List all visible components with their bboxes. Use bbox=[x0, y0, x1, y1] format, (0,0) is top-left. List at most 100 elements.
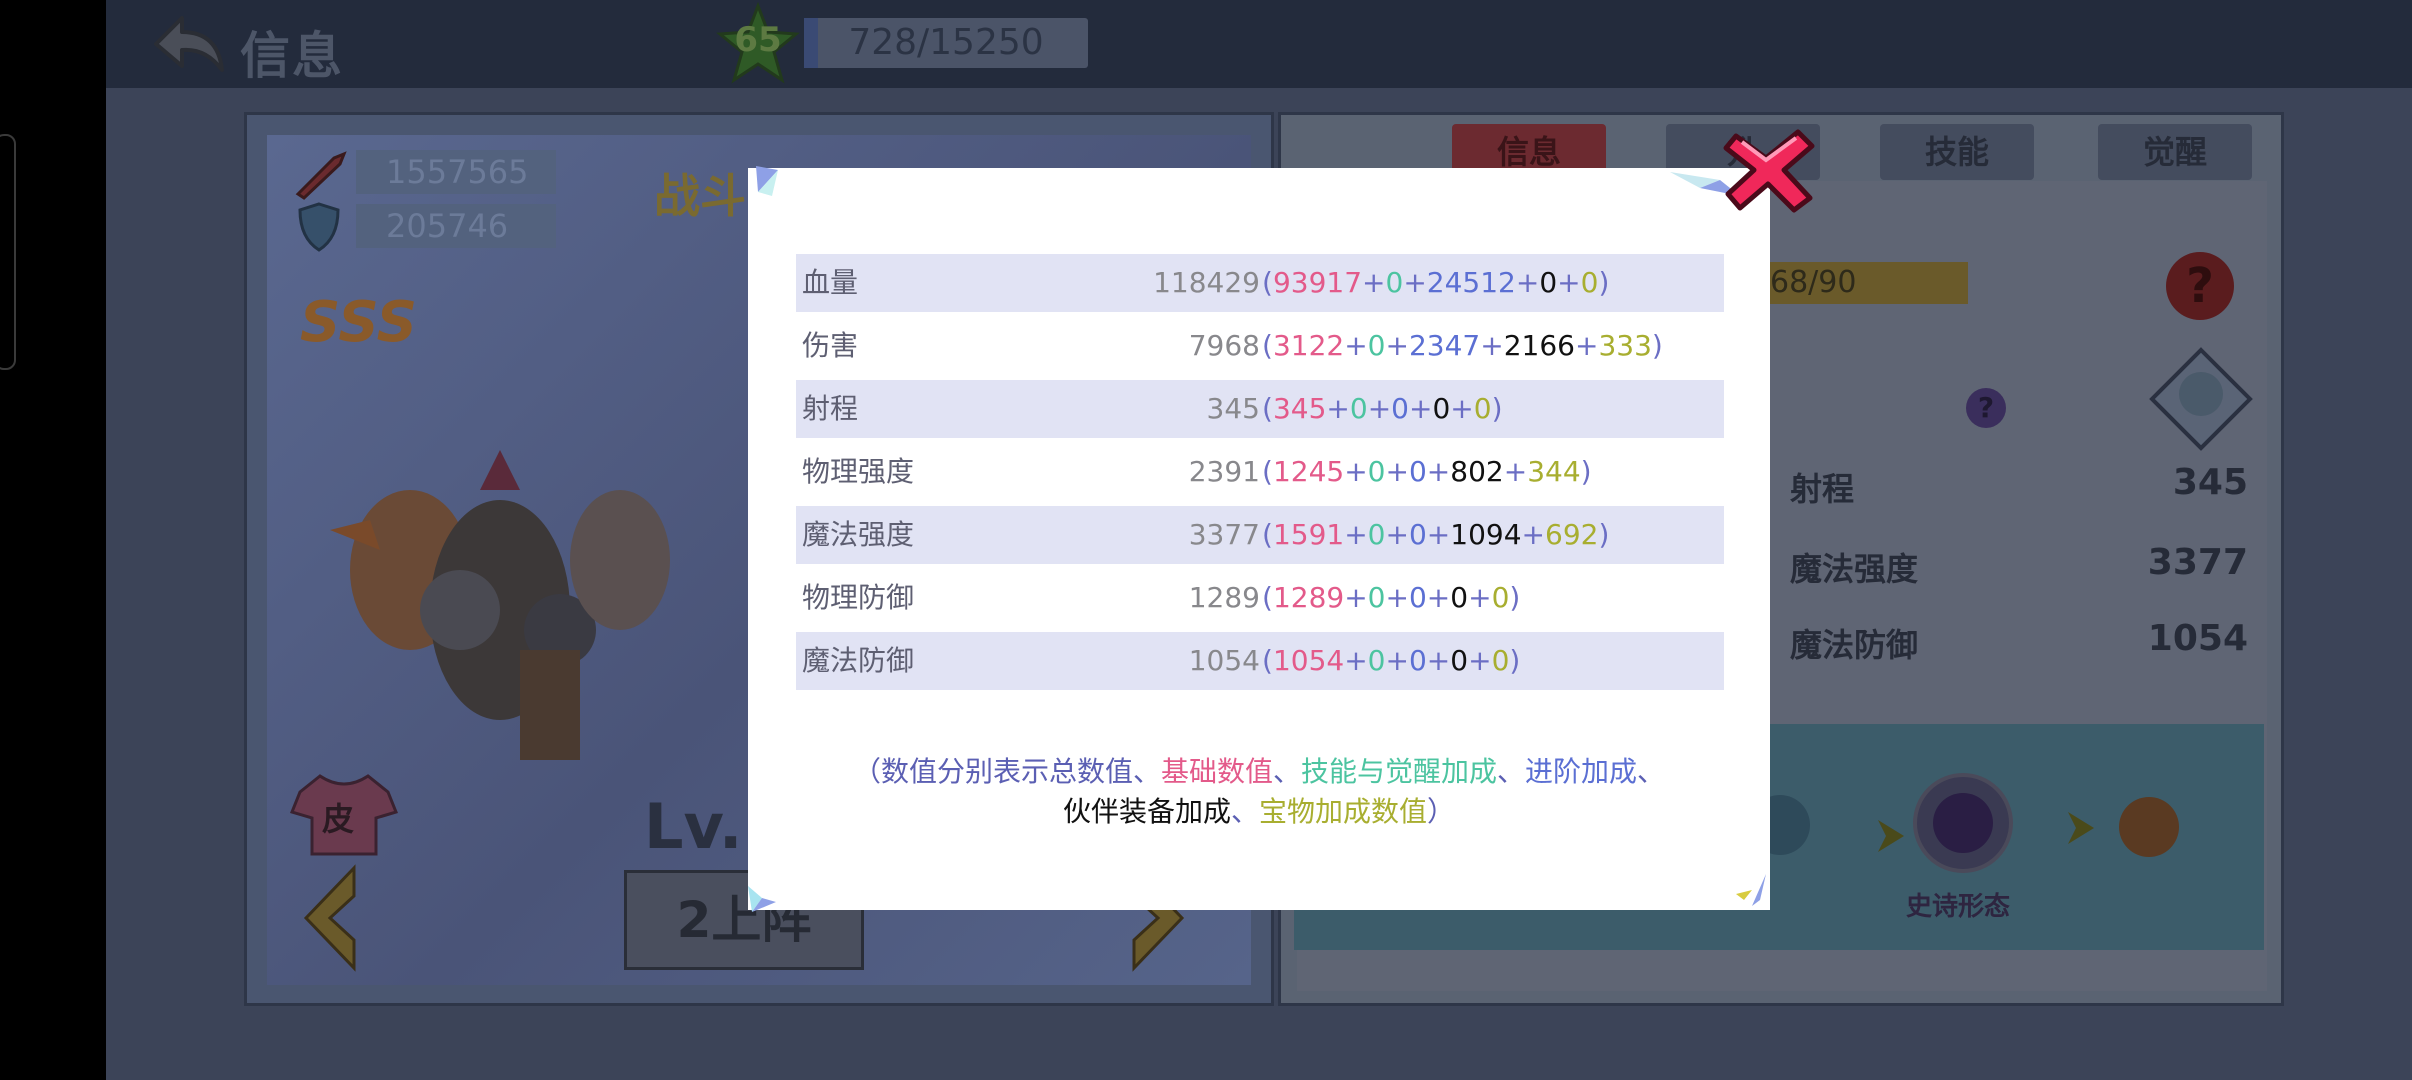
plus-sign: + bbox=[1574, 329, 1599, 362]
stat-partner-bonus: 2166 bbox=[1503, 329, 1575, 362]
stat-advance-bonus: 0 bbox=[1408, 644, 1427, 677]
shield-icon bbox=[298, 202, 340, 252]
paren-open: ( bbox=[1262, 581, 1273, 614]
table-row: 魔法防御 1054 (1054+0+0+0+0) bbox=[796, 632, 1724, 690]
stat-skill-bonus: 0 bbox=[1367, 455, 1386, 488]
level-label: Lv. bbox=[644, 790, 743, 863]
epic-form-icon[interactable] bbox=[1910, 770, 2016, 876]
evolution-arrow-icon bbox=[1878, 820, 1904, 852]
stat-advance-bonus: 0 bbox=[1408, 581, 1427, 614]
hero-characters-image bbox=[330, 450, 670, 760]
dialog-corner-decoration bbox=[1736, 874, 1766, 906]
stat-skill-bonus: 0 bbox=[1367, 581, 1386, 614]
stat-treasure-bonus: 692 bbox=[1545, 518, 1599, 551]
side-handle[interactable] bbox=[0, 134, 16, 370]
paren-close: ) bbox=[1491, 392, 1503, 425]
stat-breakdown: (1054+0+0+0+0) bbox=[1262, 632, 1520, 690]
tab-awaken[interactable]: 觉醒 bbox=[2098, 124, 2252, 180]
level-number: 65 bbox=[734, 20, 782, 60]
plus-sign: + bbox=[1450, 392, 1474, 425]
xp-bar: 728/15250 bbox=[804, 18, 1088, 68]
plus-sign: + bbox=[1344, 518, 1368, 551]
previous-hero-arrow-icon[interactable] bbox=[298, 862, 362, 974]
legend-treasure: 宝物加成数值 bbox=[1259, 795, 1428, 828]
stat-total: 345 bbox=[1206, 392, 1260, 425]
tab-skills[interactable]: 技能 bbox=[1880, 124, 2034, 180]
stat-base: 3122 bbox=[1272, 329, 1345, 362]
paren-close: ) bbox=[1651, 329, 1663, 362]
stat-breakdown: (3122+0+2347+2166+333) bbox=[1262, 317, 1663, 375]
stat-skill-bonus: 0 bbox=[1385, 266, 1404, 299]
legend-line-2: 伙伴装备加成、宝物加成数值） bbox=[748, 792, 1770, 832]
stat-breakdown: (1591+0+0+1094+692) bbox=[1262, 506, 1609, 564]
plus-sign: + bbox=[1557, 266, 1581, 299]
paren-open: ( bbox=[1262, 644, 1273, 677]
stat-base: 93917 bbox=[1272, 266, 1363, 299]
paren-open: ( bbox=[1262, 266, 1273, 299]
stat-partner-bonus: 0 bbox=[1539, 266, 1558, 299]
evolution-arrow-icon bbox=[2068, 812, 2094, 844]
skin-badge-label: 皮 bbox=[322, 800, 355, 838]
stat-base: 1591 bbox=[1272, 518, 1345, 551]
close-icon[interactable] bbox=[1722, 128, 1818, 214]
stat-total: 3377 bbox=[1188, 518, 1260, 551]
legend-total: （数值分别表示总数值、 bbox=[852, 755, 1161, 788]
xp-text: 728/15250 bbox=[848, 22, 1044, 63]
small-help-icon[interactable]: ? bbox=[1966, 388, 2006, 428]
stat-skill-bonus: 0 bbox=[1367, 329, 1386, 362]
stat-advance-bonus: 2347 bbox=[1408, 329, 1481, 362]
help-icon[interactable]: ? bbox=[2166, 252, 2234, 320]
paren-open: ( bbox=[1262, 329, 1273, 362]
plus-sign: + bbox=[1344, 329, 1368, 362]
plus-sign: + bbox=[1344, 644, 1368, 677]
paren-close: ) bbox=[1509, 581, 1521, 614]
plus-sign: + bbox=[1426, 581, 1451, 614]
stat-breakdown: (1289+0+0+0+0) bbox=[1262, 569, 1520, 627]
paren-open: ( bbox=[1262, 455, 1273, 488]
stat-treasure-bonus: 333 bbox=[1598, 329, 1652, 362]
plus-sign: + bbox=[1367, 392, 1392, 425]
table-row: 物理防御 1289 (1289+0+0+0+0) bbox=[796, 569, 1724, 627]
sword-icon bbox=[295, 151, 347, 200]
stat-partner-bonus: 0 bbox=[1432, 392, 1451, 425]
paren-close: ) bbox=[1598, 518, 1610, 551]
stat-total: 118429 bbox=[1153, 266, 1260, 299]
top-bar bbox=[106, 0, 2412, 88]
plus-sign: + bbox=[1385, 455, 1409, 488]
paren-close: ) bbox=[1509, 644, 1521, 677]
magic-defense-value: 1054 bbox=[2147, 618, 2248, 659]
back-arrow-icon[interactable] bbox=[148, 10, 228, 80]
table-row: 射程 345 (345+0+0+0+0) bbox=[796, 380, 1724, 438]
stat-advance-bonus: 24512 bbox=[1426, 266, 1516, 299]
rank-badge: SSS bbox=[300, 290, 418, 355]
stat-total: 1054 bbox=[1188, 644, 1260, 677]
element-diamond-icon bbox=[2149, 347, 2253, 451]
stat-treasure-bonus: 344 bbox=[1527, 455, 1581, 488]
plus-sign: + bbox=[1326, 392, 1350, 425]
plus-sign: + bbox=[1468, 644, 1492, 677]
exp-text: 68/90 bbox=[1770, 265, 1857, 300]
legend-advance: 进阶加成 bbox=[1525, 755, 1638, 788]
stat-treasure-bonus: 0 bbox=[1580, 266, 1599, 299]
stat-treasure-bonus: 0 bbox=[1473, 392, 1492, 425]
legend-close: ） bbox=[1427, 795, 1456, 828]
stat-base: 1054 bbox=[1272, 644, 1345, 677]
plus-sign: + bbox=[1480, 329, 1504, 362]
stat-advance-bonus: 0 bbox=[1391, 392, 1409, 425]
stat-treasure-bonus: 0 bbox=[1491, 644, 1510, 677]
stat-breakdown: (93917+0+24512+0+0) bbox=[1262, 254, 1609, 312]
table-row: 血量 118429 (93917+0+24512+0+0) bbox=[796, 254, 1724, 312]
plus-sign: + bbox=[1503, 455, 1528, 488]
stat-breakdown: (1245+0+0+802+344) bbox=[1262, 443, 1592, 501]
plus-sign: + bbox=[1385, 581, 1409, 614]
legendary-form-icon[interactable] bbox=[2116, 794, 2182, 860]
stat-skill-bonus: 0 bbox=[1367, 518, 1386, 551]
stat-partner-bonus: 802 bbox=[1450, 455, 1504, 488]
stat-advance-bonus: 0 bbox=[1408, 455, 1427, 488]
stats-legend-note: （数值分别表示总数值、基础数值、技能与觉醒加成、进阶加成、 伙伴装备加成、宝物加… bbox=[748, 752, 1770, 832]
stat-skill-bonus: 0 bbox=[1367, 644, 1386, 677]
dialog-corner-decoration bbox=[748, 886, 776, 912]
plus-sign: + bbox=[1344, 581, 1368, 614]
legend-partner: 伙伴装备加成 bbox=[1062, 795, 1231, 828]
magic-defense-label: 魔法防御 bbox=[1790, 626, 1919, 664]
